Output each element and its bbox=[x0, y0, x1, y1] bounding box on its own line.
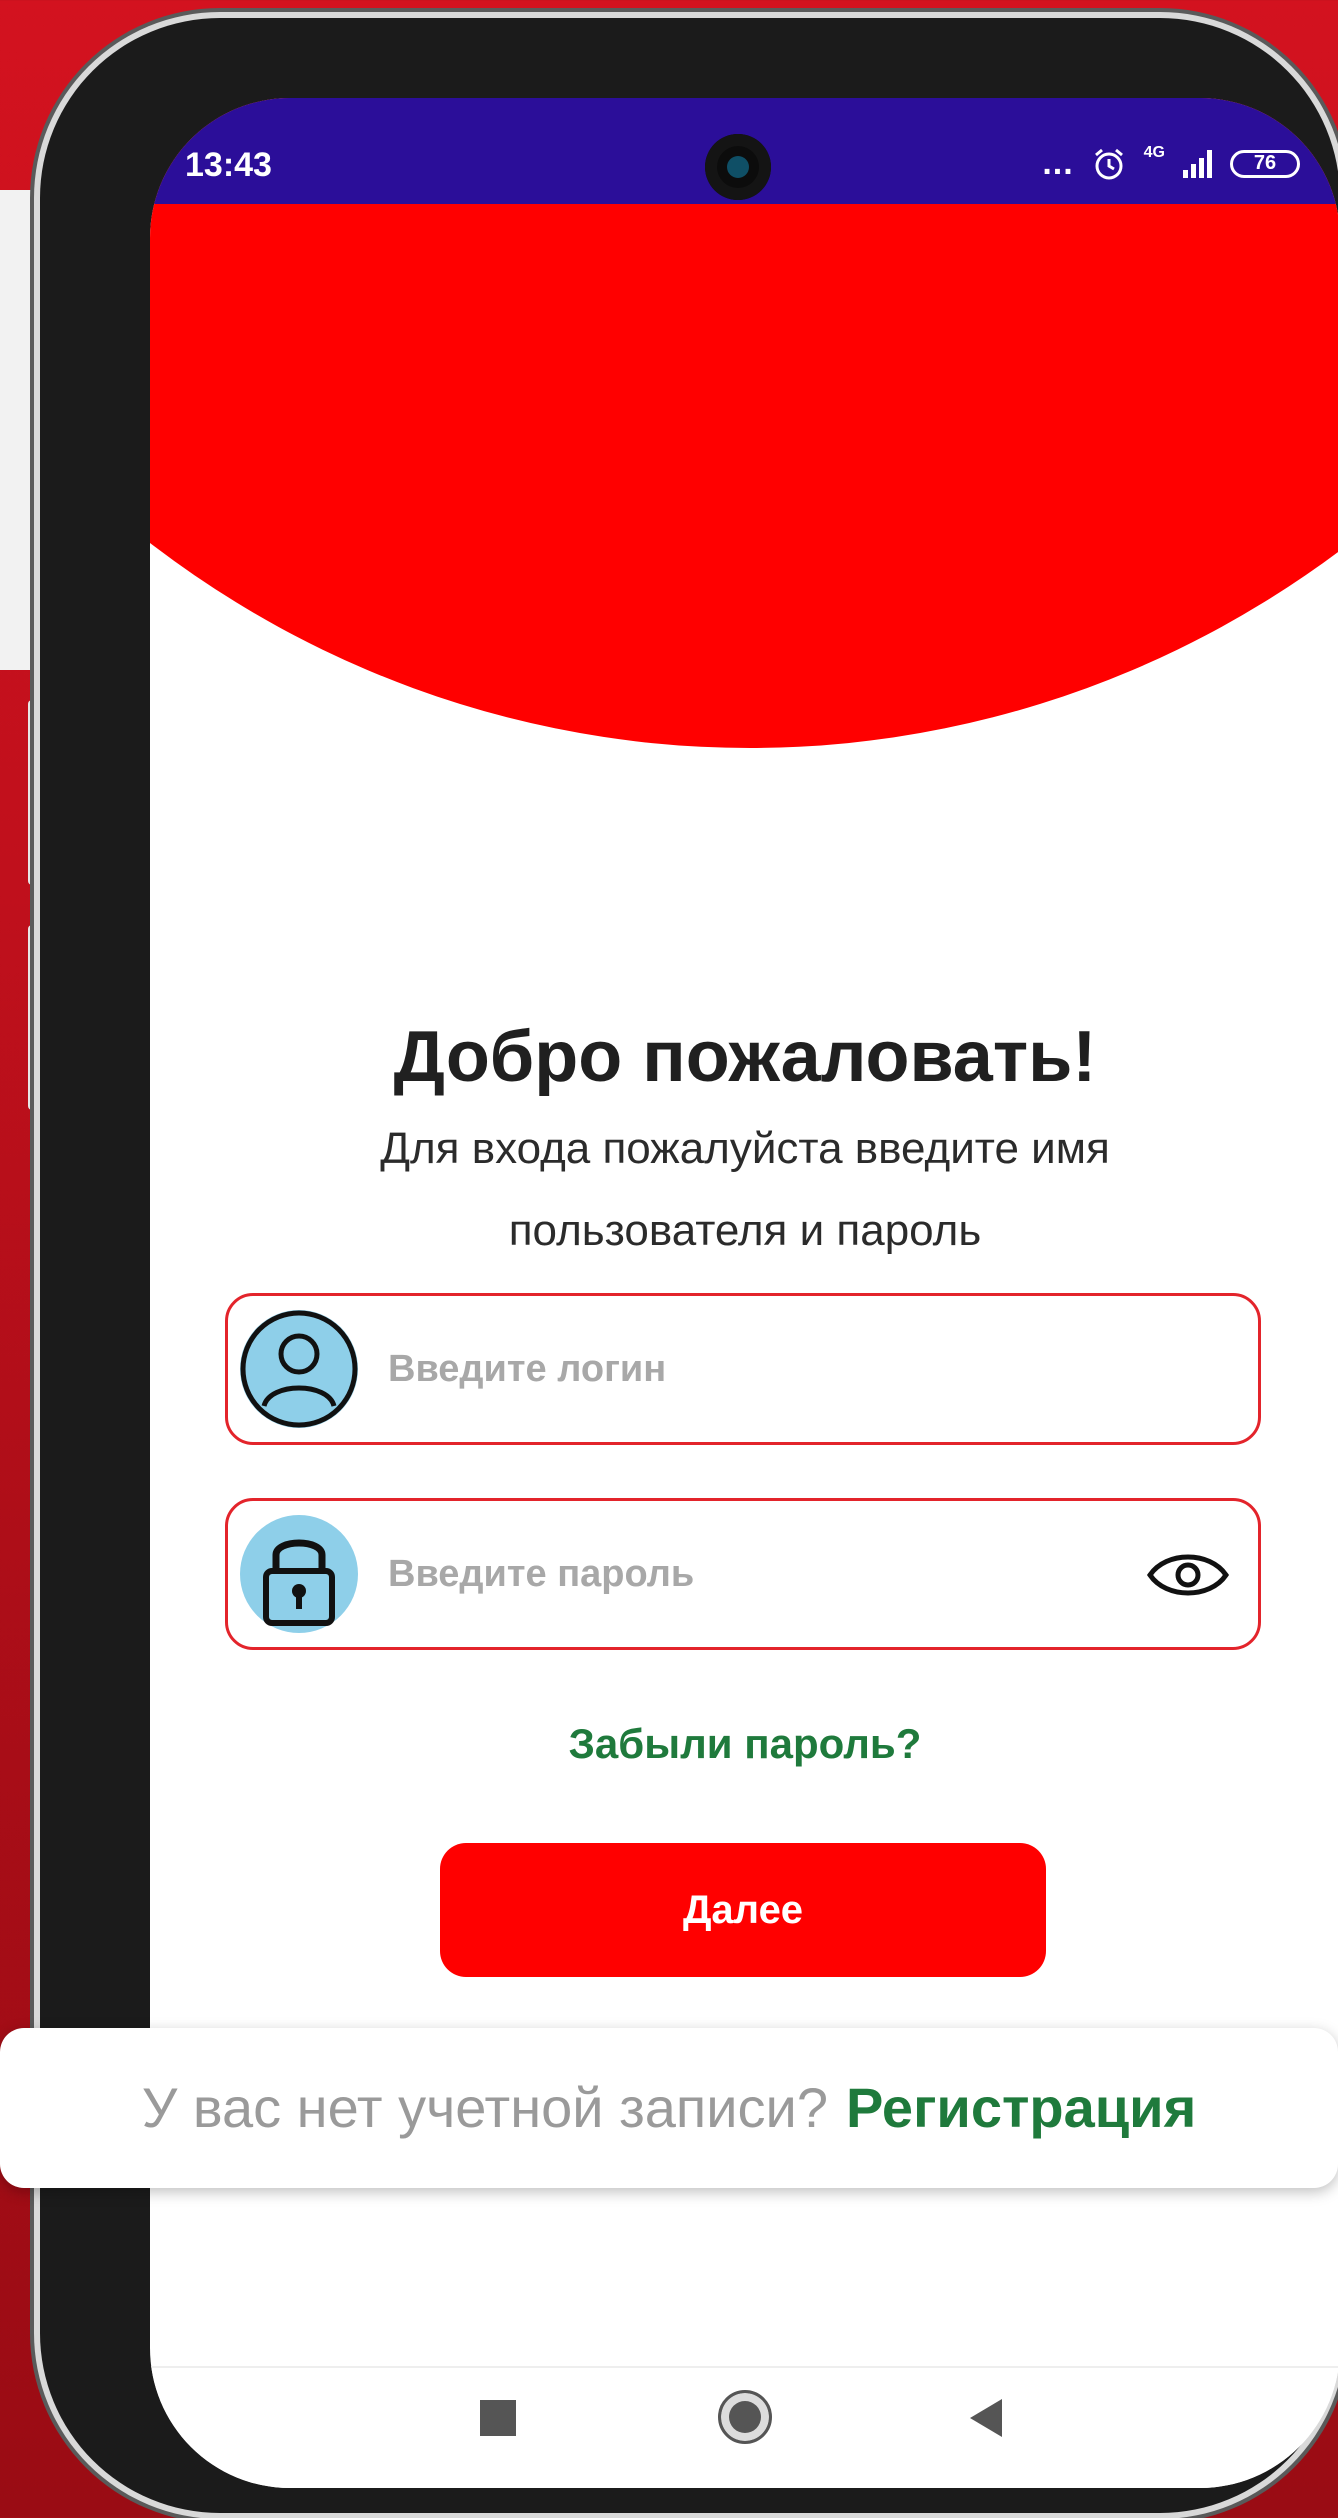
user-icon bbox=[240, 1310, 358, 1428]
recents-icon[interactable] bbox=[480, 2400, 516, 2436]
forgot-password-link[interactable]: Забыли пароль? bbox=[150, 1720, 1338, 1768]
page-subtitle: Для входа пожалуйста введите имя пользов… bbox=[380, 1124, 1110, 1255]
alarm-icon bbox=[1094, 148, 1123, 179]
password-input[interactable]: Введите пароль bbox=[388, 1501, 694, 1647]
eye-icon[interactable] bbox=[1146, 1549, 1230, 1601]
password-field[interactable]: Введите пароль bbox=[225, 1498, 1261, 1650]
signal-icon bbox=[1183, 149, 1212, 178]
signup-card: У вас нет учетной записи? Регистрация bbox=[0, 2028, 1338, 2188]
front-camera bbox=[705, 134, 771, 200]
lock-icon bbox=[240, 1515, 358, 1633]
home-icon[interactable] bbox=[718, 2390, 772, 2444]
network-type-label: 4G bbox=[1143, 144, 1165, 161]
battery-icon: 76 bbox=[1230, 149, 1300, 178]
login-input[interactable]: Введите логин bbox=[388, 1296, 666, 1442]
page-title: Добро пожаловать! bbox=[393, 1017, 1097, 1097]
status-icons: ... 4G 76 bbox=[1042, 144, 1300, 183]
signup-link[interactable]: Регистрация bbox=[846, 2076, 1196, 2139]
next-button[interactable]: Далее bbox=[440, 1843, 1046, 1977]
navigation-bar bbox=[150, 2366, 1338, 2488]
login-field[interactable]: Введите логин bbox=[225, 1293, 1261, 1445]
status-time: 13:43 bbox=[185, 146, 272, 184]
battery-level: 76 bbox=[1253, 152, 1277, 174]
status-bar: 13:43 ... 4G 76 bbox=[150, 98, 1338, 204]
signup-question: У вас нет учетной записи? bbox=[141, 2076, 828, 2139]
more-notifications-icon: ... bbox=[1042, 144, 1074, 182]
back-icon[interactable] bbox=[970, 2399, 1002, 2437]
